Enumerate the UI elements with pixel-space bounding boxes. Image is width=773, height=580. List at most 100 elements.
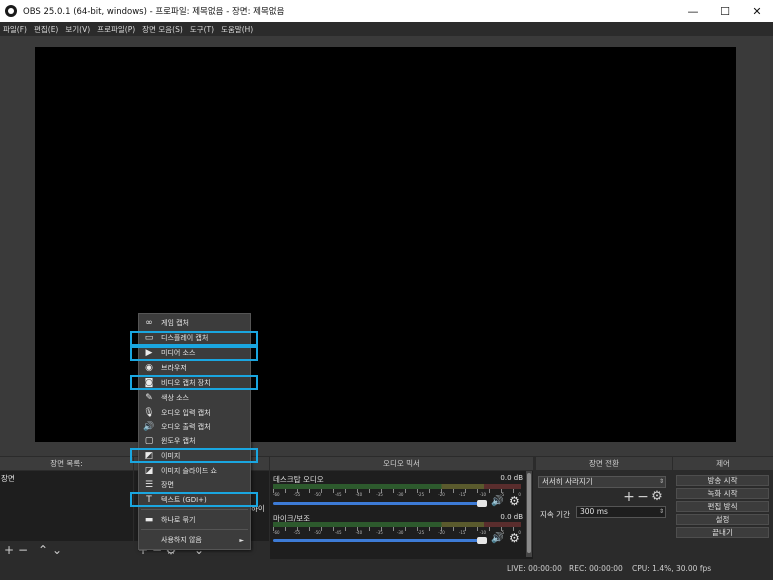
exit-button[interactable]: 끝내기 [676, 527, 769, 538]
list-icon: ☰ [144, 480, 154, 490]
transition-gear-icon[interactable]: ⚙ [650, 490, 664, 504]
title-bar: OBS 25.0.1 (64-bit, windows) - 프로파일: 제목없… [0, 0, 773, 22]
gamepad-icon: ∞ [145, 318, 153, 328]
start-recording-button[interactable]: 녹화 시작 [676, 488, 769, 499]
menu-label: 브라우저 [161, 364, 187, 372]
meter-label: -50 [314, 492, 321, 497]
speaker-icon[interactable]: 🔊 [491, 496, 503, 507]
menu-profile[interactable]: 프로파일(P) [97, 24, 135, 35]
menu-scene-collection[interactable]: 장면 모음(S) [142, 24, 183, 35]
transitions-dock-header: 장면 전환 [536, 457, 672, 470]
chevron-down-icon[interactable]: ⌄ [50, 543, 64, 557]
track-db: 0.0 dB [500, 474, 523, 482]
meter-label: -40 [355, 492, 363, 497]
meter-label: -35 [376, 492, 383, 497]
highlight-text-gdi [130, 492, 258, 507]
duration-value: 300 ms [580, 507, 608, 516]
live-time: LIVE: 00:00:00 [507, 564, 562, 573]
menu-scene[interactable]: ☰ 장면 [139, 478, 250, 492]
meter-label: -50 [314, 530, 321, 535]
remove-scene-icon[interactable]: − [16, 543, 30, 557]
menu-game-capture[interactable]: ∞ 게임 캡처 [139, 316, 250, 330]
slideshow-icon: ◪ [144, 466, 154, 476]
window-title: OBS 25.0.1 (64-bit, windows) - 프로파일: 제목없… [23, 7, 285, 17]
obs-logo-icon [5, 5, 17, 17]
transition-selected: 서서히 사라지기 [542, 477, 593, 486]
volume-fader[interactable] [273, 539, 483, 542]
meter-label: -60 [273, 530, 280, 535]
menu-view[interactable]: 보기(V) [65, 24, 90, 35]
mixer-scrollbar[interactable] [526, 471, 532, 557]
transition-select[interactable]: 서서히 사라지기 ⇕ [538, 476, 666, 488]
menu-edit[interactable]: 편집(E) [34, 24, 58, 35]
speaker-icon[interactable]: 🔊 [491, 533, 503, 544]
meter-label: -15 [458, 530, 466, 535]
menu-help[interactable]: 도움말(H) [221, 24, 253, 35]
scene-list-item[interactable]: 장면 [1, 473, 15, 484]
menu-file[interactable]: 파일(F) [3, 24, 27, 35]
highlight-media-source [130, 346, 258, 361]
volume-fader-knob[interactable] [477, 500, 487, 507]
window-icon: ▢ [144, 436, 154, 446]
meter-label: -10 [479, 530, 487, 535]
meter-label: -55 [293, 530, 301, 535]
mixer-track-desktop: 데스크탑 오디오 0.0 dB -60 -55 -50 -45 -40 -35 … [273, 472, 523, 514]
add-scene-icon[interactable]: + [2, 543, 16, 557]
menu-bar: 파일(F) 편집(E) 보기(V) 프로파일(P) 장면 모음(S) 도구(T)… [0, 22, 773, 36]
chevron-up-icon[interactable]: ⌃ [36, 543, 50, 557]
meter-label: -45 [334, 530, 342, 535]
window-controls: — ☐ ✕ [677, 0, 773, 22]
meter-label: -35 [376, 530, 383, 535]
scenes-list[interactable] [0, 471, 133, 541]
menu-browser[interactable]: ◉ 브라우저 [139, 361, 250, 375]
settings-button[interactable]: 설정 [676, 514, 769, 525]
meter-label: -40 [355, 530, 363, 535]
meter-label: -30 [396, 492, 404, 497]
menu-audio-output[interactable]: 🔊 오디오 출력 캡처 [139, 420, 250, 434]
remove-transition-icon[interactable]: − [636, 490, 650, 504]
volume-fader[interactable] [273, 502, 483, 505]
duration-spin-icon[interactable]: ⇕ [659, 507, 664, 517]
highlight-display-capture [130, 331, 258, 346]
gear-icon[interactable]: ⚙ [509, 494, 520, 508]
menu-label: 윈도우 캡처 [161, 437, 196, 445]
meter-label: -55 [293, 492, 301, 497]
close-button[interactable]: ✕ [741, 0, 773, 22]
controls-dock-header: 제어 [673, 457, 773, 470]
menu-deprecated[interactable]: 사용하지 않음 ► [139, 533, 250, 547]
menu-color-source[interactable]: ✎ 색상 소스 [139, 391, 250, 405]
track-db: 0.0 dB [500, 513, 523, 521]
menu-audio-input[interactable]: 🎙 오디오 입력 캡처 [139, 406, 250, 420]
menu-label: 오디오 입력 캡처 [161, 409, 211, 417]
highlight-image [130, 448, 258, 463]
select-spin-icon: ⇕ [658, 478, 664, 485]
volume-fader-knob[interactable] [477, 537, 487, 544]
menu-image-slideshow[interactable]: ◪ 이미지 슬라이드 쇼 [139, 464, 250, 478]
meter-label: -45 [334, 492, 342, 497]
duration-input[interactable]: 300 ms ⇕ [576, 506, 666, 518]
gear-icon[interactable]: ⚙ [509, 531, 520, 545]
meter-label: -25 [417, 492, 425, 497]
status-bar: LIVE: 00:00:00 REC: 00:00:00 CPU: 1.4%, … [0, 560, 773, 580]
meter-label: -10 [479, 492, 487, 497]
menu-label: 하나로 묶기 [161, 516, 196, 524]
folder-icon: ▬ [144, 515, 154, 525]
brush-icon: ✎ [145, 393, 153, 403]
maximize-button[interactable]: ☐ [709, 0, 741, 22]
add-transition-icon[interactable]: + [622, 490, 636, 504]
menu-window-capture[interactable]: ▢ 윈도우 캡처 [139, 434, 250, 448]
meter-label: -20 [438, 492, 445, 497]
meter-label: -25 [417, 530, 425, 535]
duration-label: 지속 기간 [540, 510, 570, 519]
globe-icon: ◉ [145, 363, 153, 373]
meter-label: -60 [273, 492, 280, 497]
minimize-button[interactable]: — [677, 0, 709, 22]
start-streaming-button[interactable]: 방송 시작 [676, 475, 769, 486]
menu-label: 사용하지 않음 [161, 536, 202, 544]
menu-label: 게임 캡처 [161, 319, 189, 327]
menu-group[interactable]: ▬ 하나로 묶기 [139, 513, 250, 527]
scrollbar-thumb[interactable] [527, 473, 531, 553]
menu-label: 이미지 슬라이드 쇼 [161, 467, 217, 475]
studio-mode-button[interactable]: 편집 방식 [676, 501, 769, 512]
menu-tools[interactable]: 도구(T) [190, 24, 214, 35]
